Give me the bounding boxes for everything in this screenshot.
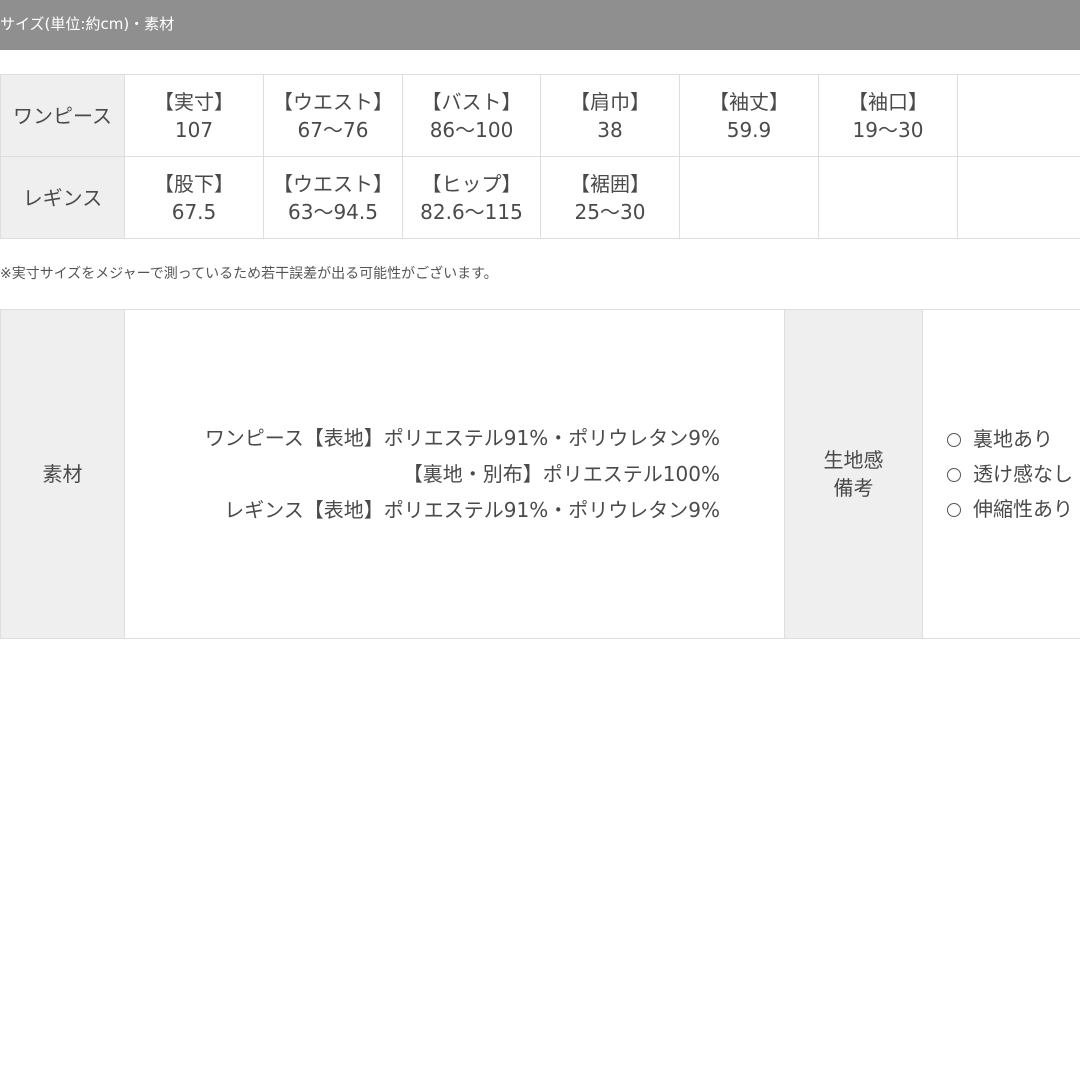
size-cell-key: 【実寸】 — [154, 89, 234, 114]
size-cell — [679, 156, 819, 239]
product-spec-page: サイズ(単位:約cm)・素材 ワンピース 【実寸】 107 【ウエスト】 67〜76 【バ… — [0, 0, 1080, 1080]
fabric-note-item: 透け感なし — [947, 457, 1080, 492]
circle-bullet-icon — [947, 502, 961, 517]
circle-bullet-icon — [947, 432, 961, 447]
measurement-note: ※実寸サイズをメジャーで測っているため若干誤差が出る可能性がございます。 — [0, 266, 498, 282]
size-row: レギンス 【股下】 67.5 【ウエスト】 63〜94.5 【ヒップ】 82.6〜115 【裾… — [0, 156, 1080, 239]
section-header: サイズ(単位:約cm)・素材 — [0, 0, 1080, 50]
fabric-note-item: 裏地あり — [947, 422, 1080, 457]
size-cell: 【ヒップ】 82.6〜115 — [402, 156, 541, 239]
size-row: ワンピース 【実寸】 107 【ウエスト】 67〜76 【バスト】 86〜100 【肩巾】 38… — [0, 74, 1080, 157]
size-cell-value: 25〜30 — [574, 199, 646, 224]
material-line: 【裏地・別布】ポリエステル100% — [402, 462, 720, 486]
size-cell-value: 82.6〜115 — [420, 199, 523, 224]
size-cell: 【股下】 67.5 — [124, 156, 264, 239]
size-cell-value: 38 — [597, 117, 623, 142]
size-cell-key: 【袖口】 — [848, 89, 928, 114]
fabric-notes-label: 生地感 備考 — [784, 309, 923, 639]
material-line: ワンピース【表地】ポリエステル91%・ポリウレタン9% — [204, 426, 720, 450]
size-cell-value: 86〜100 — [429, 117, 514, 142]
size-row-label: ワンピース — [0, 74, 125, 157]
size-cell: 【ウエスト】 63〜94.5 — [263, 156, 403, 239]
fabric-note-text: 伸縮性あり — [973, 496, 1073, 521]
size-cell: 【袖口】 19〜30 — [818, 74, 958, 157]
size-cell — [957, 74, 1080, 157]
size-cell: 【肩巾】 38 — [540, 74, 680, 157]
size-cell: 【実寸】 107 — [124, 74, 264, 157]
material-label: 素材 — [0, 309, 125, 639]
size-cell-key: 【ヒップ】 — [421, 171, 522, 196]
size-cell — [818, 156, 958, 239]
size-cell-value: 19〜30 — [852, 117, 924, 142]
material-table: 素材 ワンピース【表地】ポリエステル91%・ポリウレタン9% 【裏地・別布】ポリ… — [0, 309, 1080, 639]
size-cell-value: 67.5 — [171, 199, 217, 224]
size-cell: 【バスト】 86〜100 — [402, 74, 541, 157]
size-cell-key: 【ウエスト】 — [273, 89, 393, 114]
size-cell-key: 【ウエスト】 — [273, 171, 393, 196]
size-cell-key: 【袖丈】 — [709, 89, 789, 114]
size-table: ワンピース 【実寸】 107 【ウエスト】 67〜76 【バスト】 86〜100 【肩巾】 38… — [0, 74, 1080, 239]
size-cell: 【ウエスト】 67〜76 — [263, 74, 403, 157]
size-cell-value: 107 — [174, 117, 214, 142]
fabric-note-text: 裏地あり — [973, 426, 1053, 451]
fabric-label-line: 生地感 — [823, 448, 884, 472]
size-cell-key: 【裾囲】 — [570, 171, 650, 196]
size-cell-value: 59.9 — [726, 117, 772, 142]
fabric-label-line: 備考 — [833, 476, 874, 500]
fabric-note-item: 伸縮性あり — [947, 492, 1080, 527]
size-row-label: レギンス — [0, 156, 125, 239]
size-cell — [957, 156, 1080, 239]
size-cell: 【袖丈】 59.9 — [679, 74, 819, 157]
fabric-note-text: 透け感なし — [973, 461, 1073, 486]
size-cell-value: 67〜76 — [297, 117, 369, 142]
section-title: サイズ(単位:約cm)・素材 — [0, 15, 175, 33]
size-cell-key: 【肩巾】 — [570, 89, 650, 114]
size-cell: 【裾囲】 25〜30 — [540, 156, 680, 239]
material-content: ワンピース【表地】ポリエステル91%・ポリウレタン9% 【裏地・別布】ポリエステ… — [124, 309, 785, 639]
size-cell-key: 【バスト】 — [421, 89, 522, 114]
fabric-notes-list: 裏地あり 透け感なし 伸縮性あり — [922, 309, 1080, 639]
size-cell-key: 【股下】 — [154, 171, 234, 196]
circle-bullet-icon — [947, 467, 961, 482]
size-cell-value: 63〜94.5 — [288, 199, 378, 224]
material-line: レギンス【表地】ポリエステル91%・ポリウレタン9% — [224, 498, 720, 522]
